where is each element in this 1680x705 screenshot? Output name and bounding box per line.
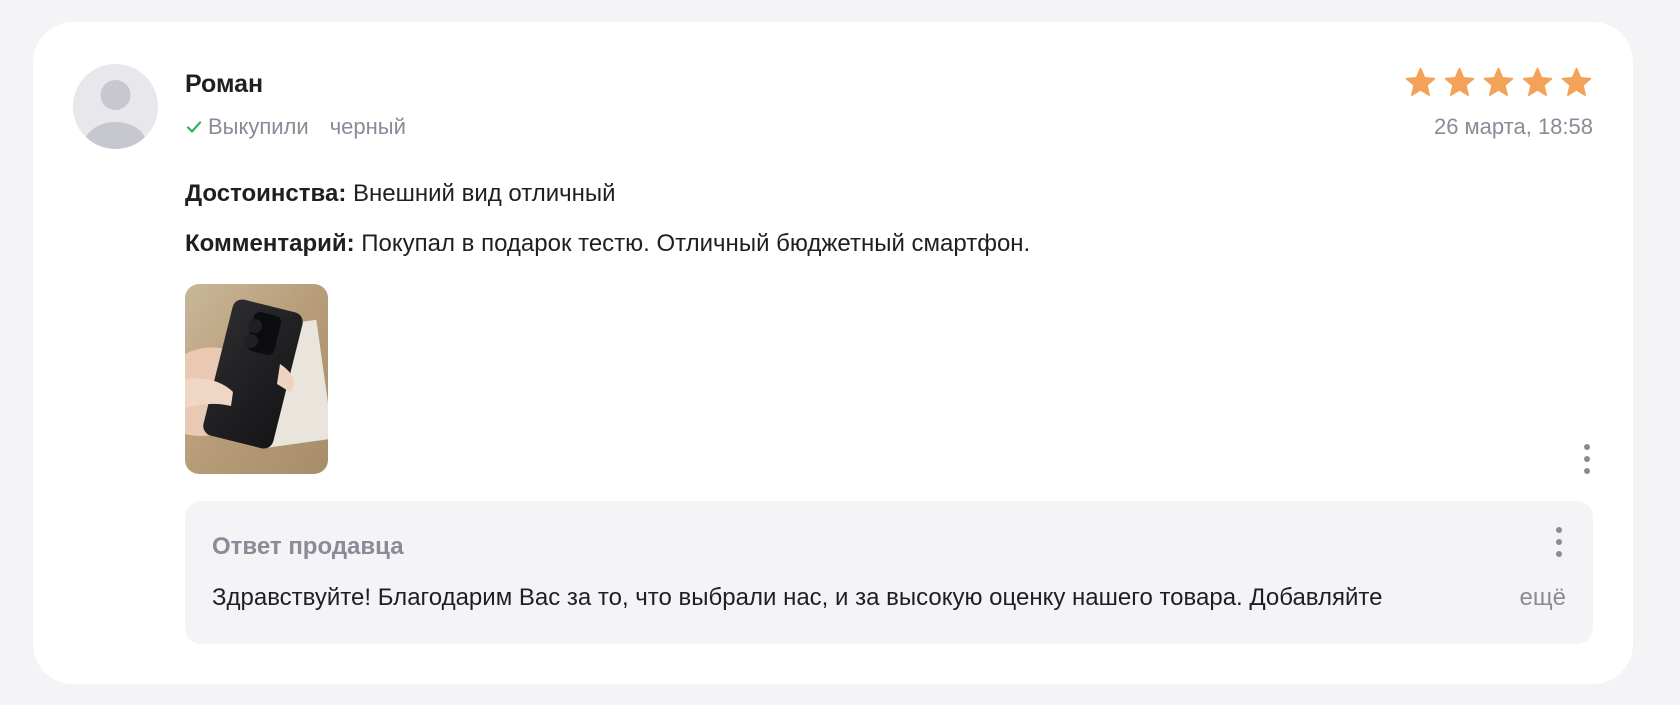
comment-label: Комментарий: xyxy=(185,230,355,257)
user-avatar-icon xyxy=(73,64,158,149)
comment-text: Покупал в подарок тестю. Отличный бюджет… xyxy=(361,230,1031,257)
dot xyxy=(1556,527,1562,533)
pros-text: Внешний вид отличный xyxy=(352,180,616,207)
dot xyxy=(1584,468,1590,474)
reply-expand-link[interactable]: ещё xyxy=(1517,584,1566,612)
check-icon xyxy=(186,121,202,133)
dot xyxy=(1556,551,1562,557)
seller-reply-text: Здравствуйте! Благодарим Вас за то, что … xyxy=(212,584,1383,611)
review-author-name: Роман xyxy=(185,70,264,98)
review-more-options-icon[interactable] xyxy=(1577,441,1597,477)
star-icon xyxy=(1444,67,1475,96)
review-photo[interactable] xyxy=(185,284,328,474)
product-variant: черный xyxy=(329,114,406,139)
star-icon xyxy=(1405,67,1436,96)
review-pros: Достоинства: Внешний вид отличный xyxy=(185,180,616,208)
review-date: 26 марта, 18:58 xyxy=(1433,114,1593,139)
review-meta: Выкупили черный xyxy=(185,114,406,140)
rating-stars xyxy=(1404,66,1593,99)
reply-more-options-icon[interactable] xyxy=(1549,524,1569,560)
star-icon xyxy=(1522,67,1553,96)
seller-reply-title: Ответ продавца xyxy=(212,533,404,560)
star-icon xyxy=(1561,67,1592,96)
dot xyxy=(1584,444,1590,450)
star-icon xyxy=(1483,67,1514,96)
purchase-status: Выкупили xyxy=(208,114,309,139)
dot xyxy=(1584,456,1590,462)
review-card: Роман Выкупили черный 26 марта, 18:58 До… xyxy=(33,22,1633,684)
seller-reply: Ответ продавца Здравствуйте! Благодарим … xyxy=(185,501,1593,644)
reply-fade-overlay xyxy=(1435,579,1495,619)
pros-label: Достоинства: xyxy=(185,180,347,207)
review-comment: Комментарий: Покупал в подарок тестю. От… xyxy=(185,230,1030,258)
dot xyxy=(1556,539,1562,545)
